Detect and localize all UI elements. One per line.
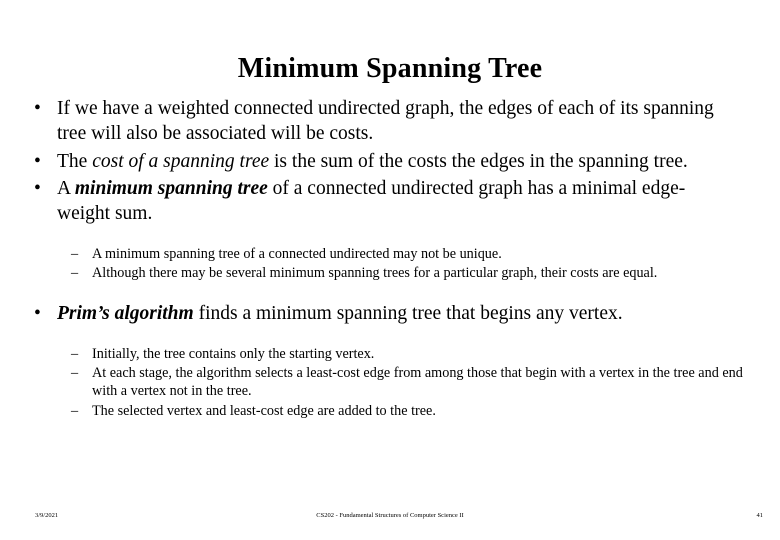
bullet-marker: •: [34, 150, 41, 172]
sub-bullet-marker: –: [71, 365, 79, 381]
emphasis-bold-italic: minimum spanning tree: [74, 178, 268, 200]
sub-bullet-item: – Initially, the tree contains only the …: [0, 345, 780, 363]
sub-bullet-marker: –: [71, 245, 79, 262]
sub-bullet-text: A minimum spanning tree of a connected u…: [92, 245, 502, 262]
sub-bullet-text: At each stage, the algorithm selects a l…: [92, 365, 743, 400]
emphasis-italic: cost of a spanning tree: [92, 150, 270, 172]
sub-bullet-text: Although there may be several minimum sp…: [92, 265, 658, 282]
sub-bullet-item: – The selected vertex and least-cost edg…: [0, 402, 780, 420]
slide: Minimum Spanning Tree • If we have a wei…: [0, 0, 780, 540]
bullet-marker: •: [34, 98, 41, 119]
bullet-marker: •: [34, 178, 41, 200]
footer-page-number: 41: [756, 512, 764, 519]
sub-bullet-group: – Initially, the tree contains only the …: [0, 345, 780, 420]
bullet-item: • A minimum spanning tree of a connected…: [0, 176, 780, 227]
sub-bullet-text: Initially, the tree contains only the st…: [92, 345, 375, 362]
sub-bullet-marker: –: [71, 345, 79, 362]
bullet-item: • If we have a weighted connected undire…: [0, 96, 780, 147]
slide-footer: 3/9/2021 CS202 - Fundamental Structures …: [0, 510, 780, 524]
page-title: Minimum Spanning Tree: [237, 52, 543, 84]
footer-course-title: CS202 - Fundamental Structures of Comput…: [316, 512, 464, 519]
bullet-text: If we have a weighted connected undirect…: [57, 98, 714, 145]
sub-bullet-text: The selected vertex and least-cost edge …: [92, 402, 436, 419]
bullet-marker: •: [34, 303, 41, 325]
slide-body: • If we have a weighted connected undire…: [0, 96, 780, 428]
bullet-text: The cost of a spanning tree is the sum o…: [57, 150, 688, 172]
sub-bullet-item: – Although there may be several minimum …: [0, 264, 780, 282]
bullet-text: A minimum spanning tree of a connected u…: [57, 178, 686, 225]
bullet-item: • The cost of a spanning tree is the sum…: [0, 149, 780, 174]
sub-bullet-marker: –: [71, 402, 79, 419]
emphasis-bold-italic: Prim’s algorithm: [57, 303, 194, 325]
sub-bullet-item: – A minimum spanning tree of a connected…: [0, 245, 780, 263]
sub-bullet-group: – A minimum spanning tree of a connected…: [0, 245, 780, 283]
bullet-item: • Prim’s algorithm finds a minimum spann…: [0, 301, 780, 326]
bullet-text: Prim’s algorithm finds a minimum spannin…: [57, 303, 623, 325]
sub-bullet-marker: –: [71, 265, 79, 282]
sub-bullet-item: – At each stage, the algorithm selects a…: [0, 364, 780, 401]
